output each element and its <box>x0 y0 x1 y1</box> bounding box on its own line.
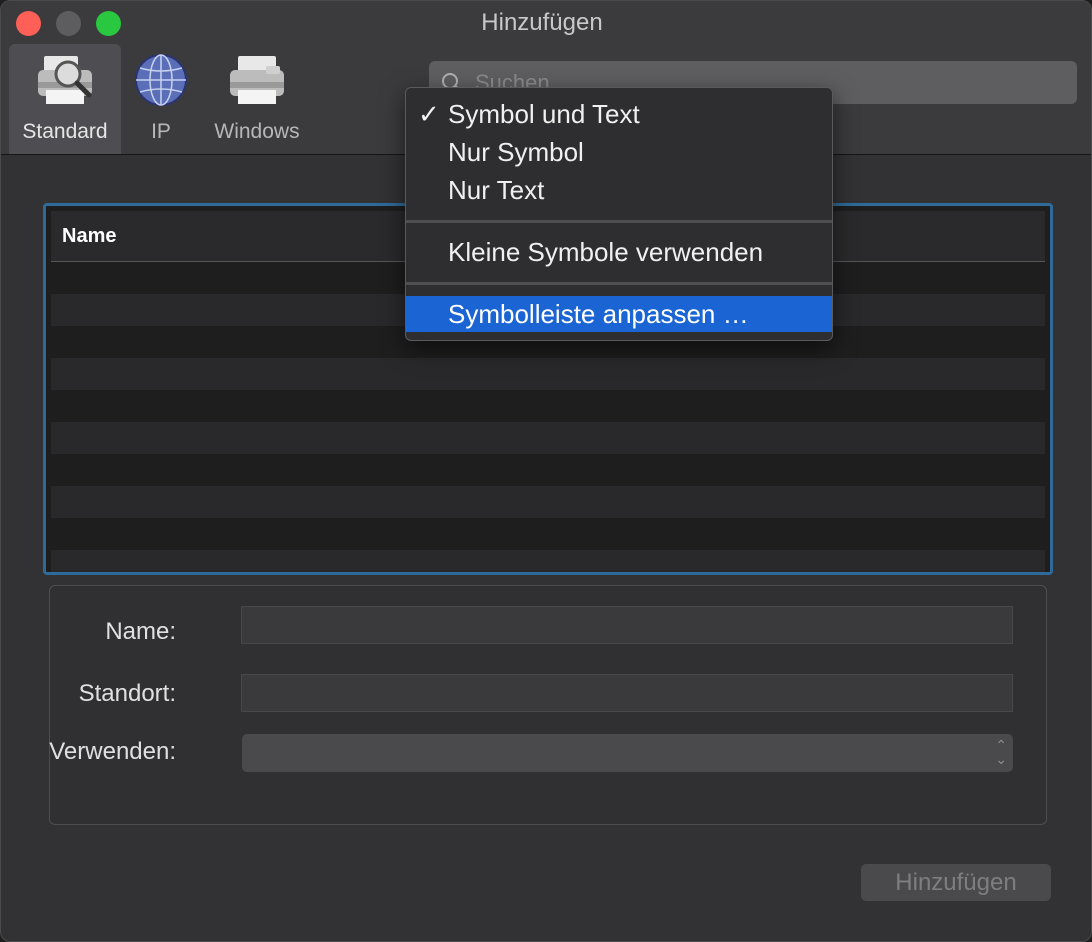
menu-item-small-icons[interactable]: Kleine Symbole verwenden <box>406 234 832 270</box>
menu-item-icon-only[interactable]: Nur Symbol <box>406 134 832 170</box>
menu-item-label: Kleine Symbole verwenden <box>448 237 764 267</box>
menu-item-text-only[interactable]: Nur Text <box>406 172 832 208</box>
add-button[interactable]: Hinzufügen <box>861 864 1051 901</box>
menu-separator <box>406 220 832 223</box>
use-driver-select[interactable]: ⌃ ⌄ <box>242 734 1013 772</box>
location-label: Standort: <box>78 680 176 707</box>
menu-item-label: Symbolleiste anpassen … <box>448 299 749 329</box>
menu-item-label: Symbol und Text <box>448 99 640 129</box>
checkmark-icon: ✓ <box>418 99 440 129</box>
globe-icon <box>135 54 187 106</box>
table-row <box>51 454 1045 486</box>
toolbar-item-windows[interactable]: Windows <box>201 44 313 154</box>
toolbar-item-ip[interactable]: IP <box>123 44 199 154</box>
toolbar-item-label: IP <box>151 120 171 143</box>
table-row <box>51 422 1045 454</box>
table-row <box>51 486 1045 518</box>
window-title: Hinzufügen <box>481 9 603 36</box>
menu-item-icon-and-text[interactable]: ✓ Symbol und Text <box>406 96 832 132</box>
menu-separator <box>406 282 832 285</box>
name-label: Name: <box>105 618 176 645</box>
column-header-name[interactable]: Name <box>62 225 116 248</box>
add-printer-window: Hinzufügen Standard IP Windows Suchen Na… <box>0 0 1092 942</box>
toolbar-item-label: Standard <box>22 120 108 143</box>
menu-item-label: Nur Text <box>448 175 545 205</box>
toolbar-item-standard[interactable]: Standard <box>9 44 121 154</box>
table-row <box>51 550 1045 572</box>
select-stepper-icon: ⌃ ⌄ <box>995 737 1007 767</box>
menu-item-customize-toolbar[interactable]: Symbolleiste anpassen … <box>406 296 832 332</box>
use-label: Verwenden: <box>49 738 176 765</box>
table-row <box>51 518 1045 550</box>
printer-search-icon <box>38 56 92 104</box>
location-field[interactable] <box>241 674 1013 712</box>
table-row <box>51 390 1045 422</box>
table-row <box>51 358 1045 390</box>
name-field[interactable] <box>241 606 1013 644</box>
printer-details-form: Name: Standort: Verwenden: ⌃ ⌄ <box>49 585 1047 825</box>
toolbar-item-label: Windows <box>214 120 300 143</box>
menu-item-label: Nur Symbol <box>448 137 584 167</box>
printer-icon <box>230 56 284 104</box>
toolbar-context-menu: ✓ Symbol und Text Nur Symbol Nur Text Kl… <box>405 87 833 341</box>
